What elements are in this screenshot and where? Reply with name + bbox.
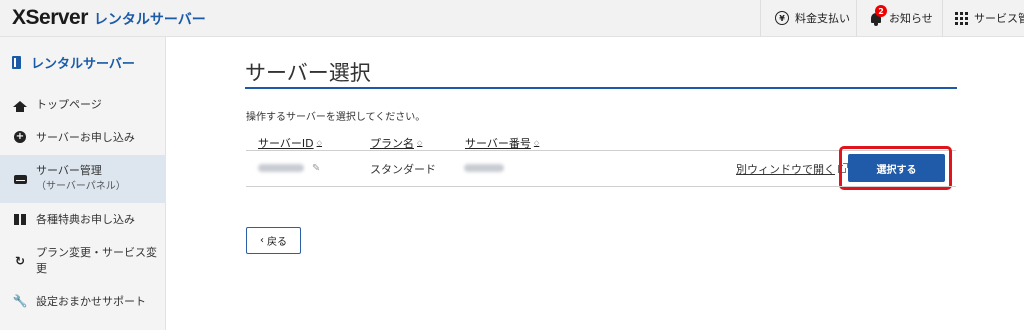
back-button[interactable]: ‹ 戻る: [246, 227, 301, 254]
sidebar-item-sublabel: （サーバーパネル）: [36, 181, 126, 192]
logo[interactable]: XServer レンタルサーバー: [12, 6, 206, 30]
column-server-id[interactable]: サーバーID ◇: [258, 135, 322, 151]
sidebar-item-label: プラン変更・サービス変: [36, 246, 157, 259]
open-link-label: 別ウィンドウで開く: [736, 163, 835, 176]
home-icon: [12, 101, 28, 112]
chevron-left-icon: ‹: [260, 235, 264, 246]
services-label: サービス管理: [974, 12, 1024, 25]
sidebar-item-server-manage[interactable]: サーバー管理 （サーバーパネル）: [0, 155, 166, 203]
wrench-icon: 🔧: [12, 294, 28, 308]
sidebar-item-setup-support[interactable]: 🔧 設定おまかせサポート: [0, 288, 166, 314]
open-new-window-link[interactable]: 別ウィンドウで開く: [736, 161, 848, 177]
sort-icon: ◇: [533, 139, 540, 147]
refresh-icon: ↻: [14, 254, 26, 268]
grid-icon: [955, 11, 968, 25]
column-label: サーバー番号: [465, 137, 531, 150]
gift-icon: [12, 213, 28, 225]
sidebar-item-label: サーバー管理: [36, 164, 102, 177]
news-label: お知らせ: [889, 12, 933, 25]
top-header: XServer レンタルサーバー ¥ 料金支払い 2 お知らせ サービス管理: [0, 0, 1024, 37]
sidebar-item-benefits[interactable]: 各種特典お申し込み: [0, 206, 166, 232]
instruction-text: 操作するサーバーを選択してください。: [246, 112, 426, 123]
sidebar-item-label: トップページ: [36, 98, 102, 111]
column-server-number[interactable]: サーバー番号 ◇: [465, 135, 539, 151]
sort-icon: ◇: [316, 139, 322, 147]
logo-main-text: XServer: [12, 6, 88, 29]
drive-icon: [12, 174, 28, 184]
page-title: サーバー選択: [245, 61, 371, 85]
payment-menu[interactable]: ¥ 料金支払い: [760, 0, 856, 36]
title-divider: [245, 87, 957, 89]
back-label: 戻る: [267, 237, 287, 248]
news-menu[interactable]: 2 お知らせ: [856, 0, 942, 36]
plan-name-cell: スタンダード: [370, 163, 436, 176]
sidebar-item-label-cont: 更: [36, 262, 47, 275]
server-number-blurred: [464, 164, 504, 172]
news-badge: 2: [875, 5, 887, 17]
yen-circle-icon: ¥: [775, 11, 789, 25]
server-id-blurred: [258, 164, 304, 172]
logo-sub-text: レンタルサーバー: [93, 12, 206, 28]
sidebar-item-label: 設定おまかせサポート: [36, 295, 146, 308]
sidebar-item-label: サーバーお申し込み: [36, 131, 135, 144]
services-menu[interactable]: サービス管理: [942, 0, 1024, 36]
book-icon: [12, 55, 21, 69]
sidebar-title[interactable]: レンタルサーバー: [0, 37, 166, 87]
sidebar-item-top[interactable]: トップページ: [0, 91, 166, 117]
pencil-icon[interactable]: ✎: [312, 163, 320, 174]
payment-label: 料金支払い: [795, 12, 850, 25]
sort-icon: ◇: [417, 139, 423, 147]
sidebar-title-label: レンタルサーバー: [31, 56, 135, 72]
table-row-divider: [246, 186, 956, 187]
column-plan-name[interactable]: プラン名 ◇: [370, 135, 422, 151]
column-label: サーバーID: [258, 137, 314, 150]
column-label: プラン名: [370, 137, 414, 150]
sidebar-item-label: 各種特典お申し込み: [36, 213, 135, 226]
sidebar-item-plan-change[interactable]: ↻ プラン変更・サービス変 更: [0, 241, 166, 281]
sidebar-item-server-apply[interactable]: + サーバーお申し込み: [0, 124, 166, 150]
select-button[interactable]: 選択する: [848, 154, 945, 182]
sidebar: レンタルサーバー トップページ + サーバーお申し込み サーバー管理 （サーバー…: [0, 37, 166, 330]
plus-circle-icon: +: [14, 131, 26, 143]
bell-icon: 2: [869, 5, 887, 26]
